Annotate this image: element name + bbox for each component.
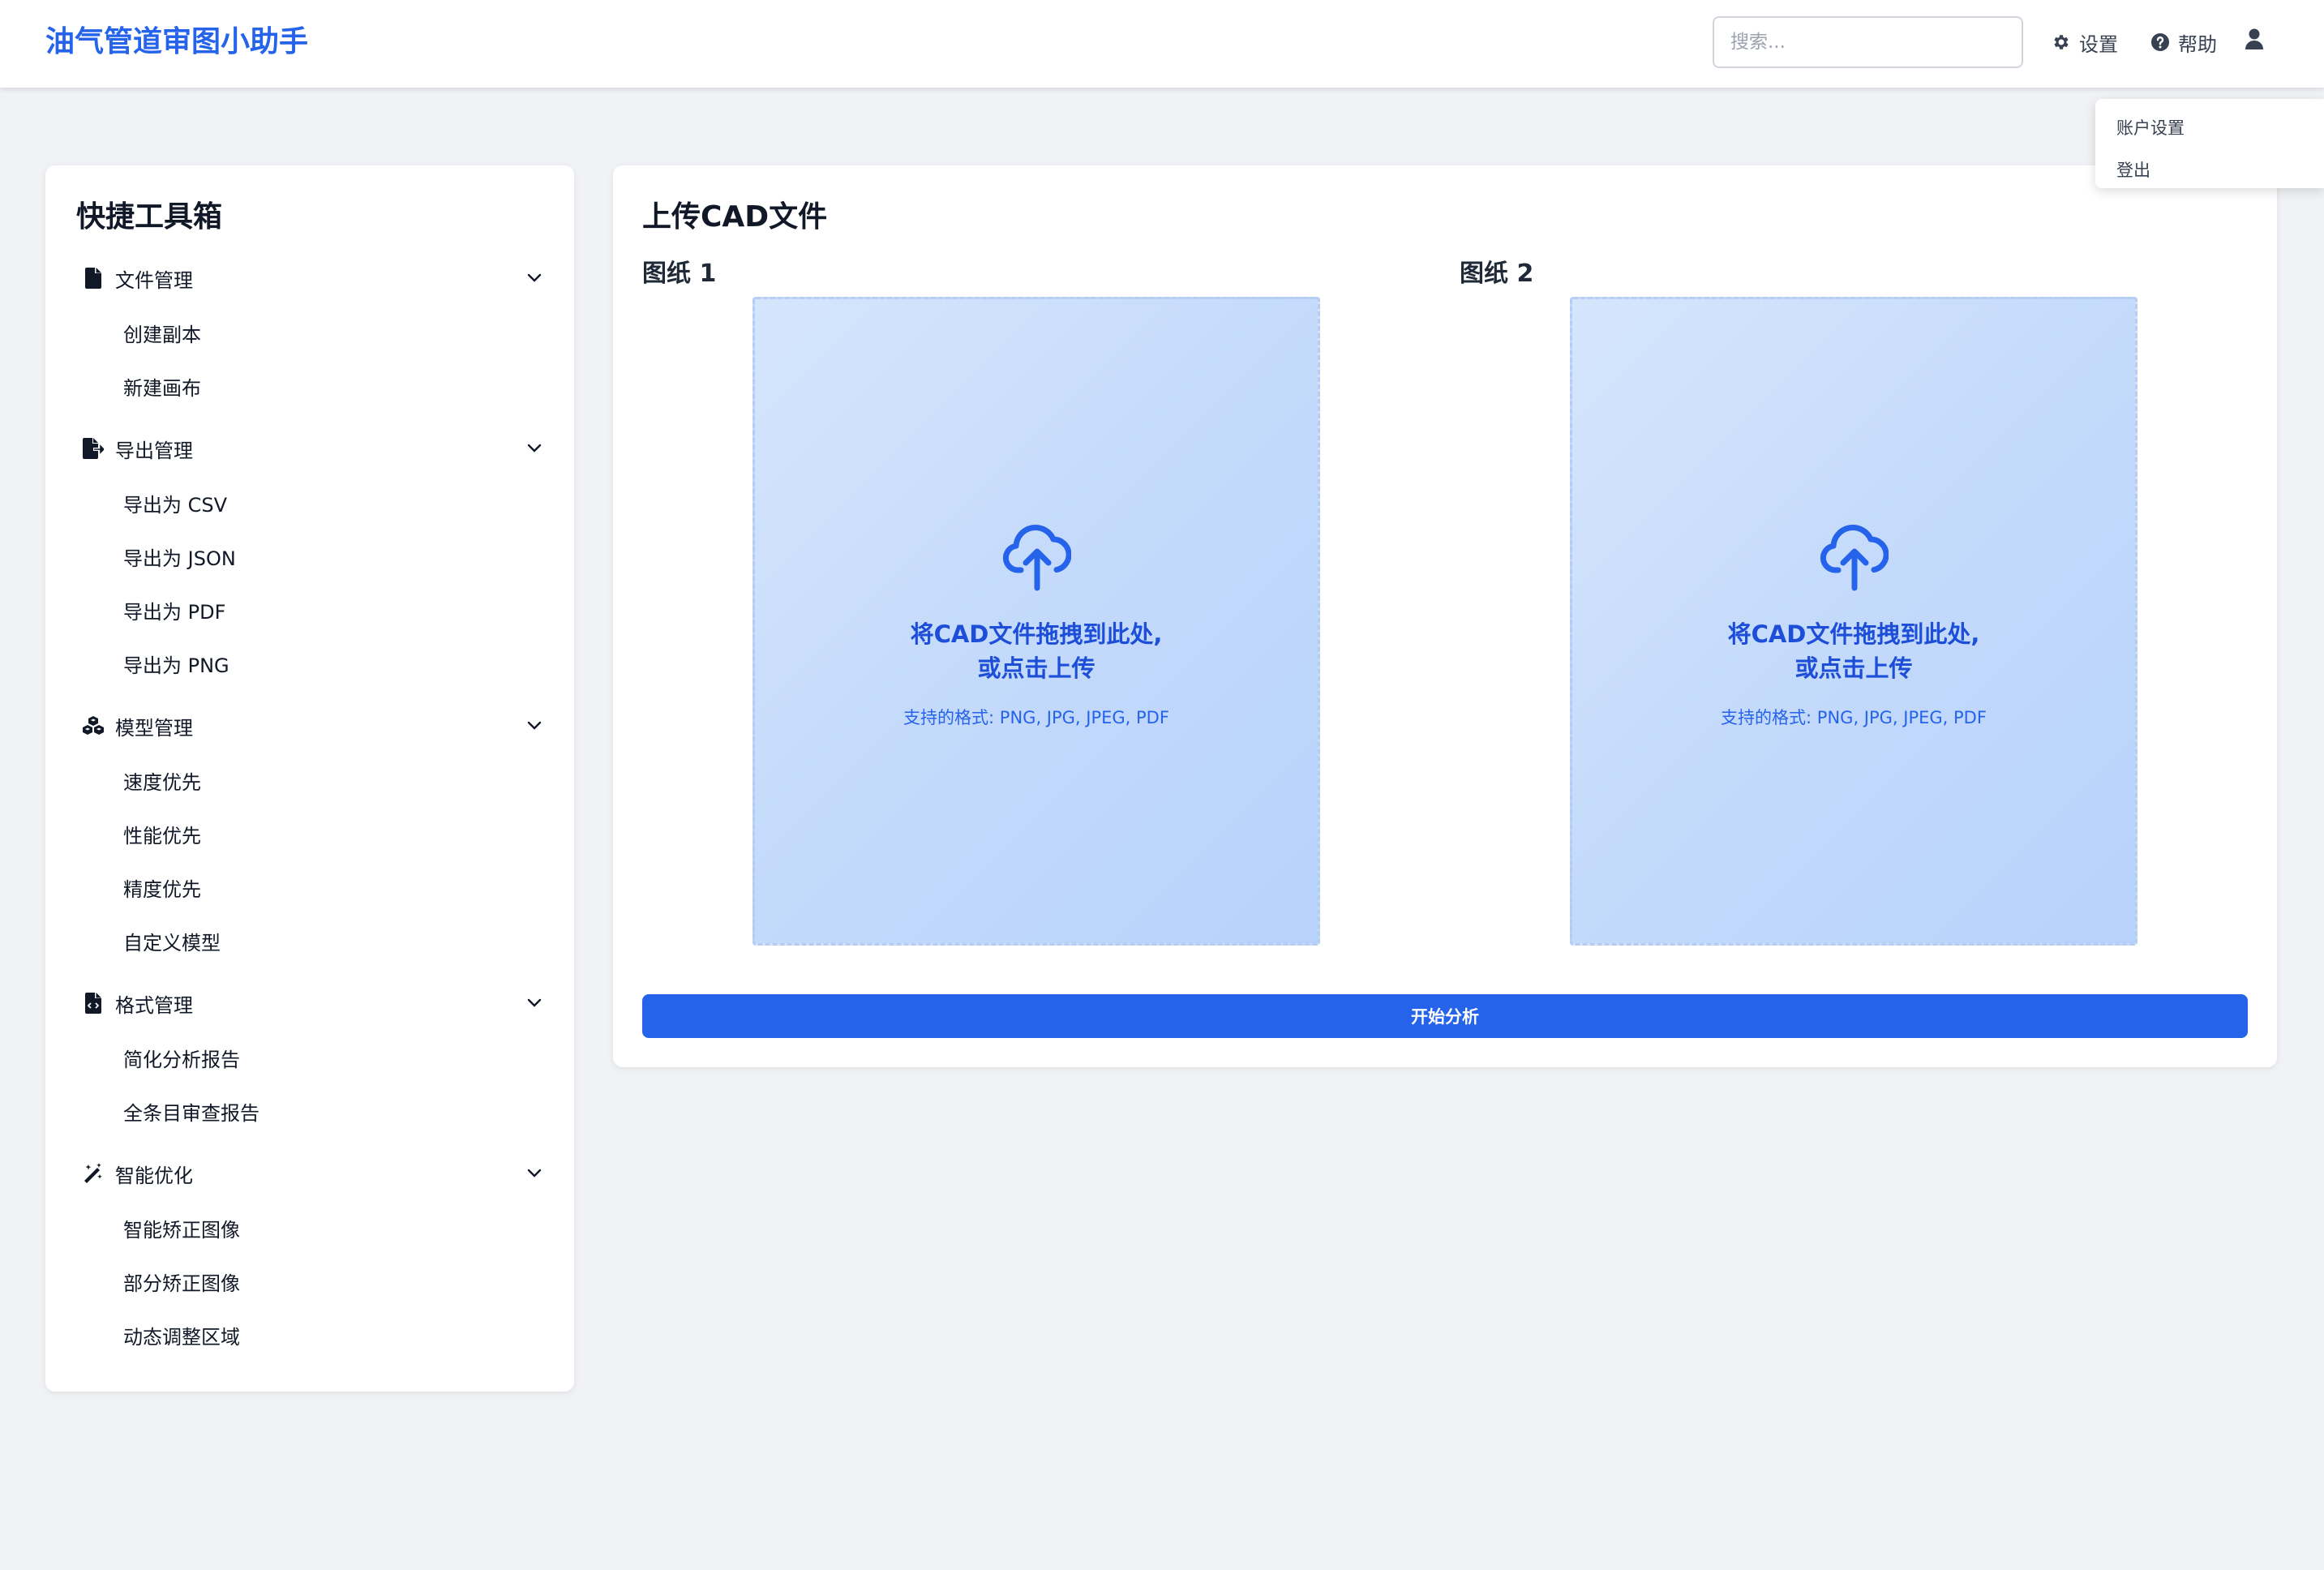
chevron-down-icon xyxy=(527,1169,542,1178)
file-export-icon xyxy=(83,438,104,459)
sidebar-item-create-copy[interactable]: 创建副本 xyxy=(123,315,545,355)
sidebar-group-label: 格式管理 xyxy=(115,993,193,1017)
sidebar-item-smart-correct[interactable]: 智能矫正图像 xyxy=(123,1210,545,1250)
app-title[interactable]: 油气管道审图小助手 xyxy=(45,21,308,63)
menu-item-logout[interactable]: 登出 xyxy=(2095,149,2324,191)
sidebar-item-new-canvas[interactable]: 新建画布 xyxy=(123,368,545,409)
gear-icon xyxy=(2054,35,2069,49)
help-label: 帮助 xyxy=(2178,32,2217,56)
upload-card: 上传CAD文件 图纸 1 将CAD文件拖拽到此处, 或点击上传 支持的格式: P… xyxy=(613,165,2277,1067)
magic-wand-icon xyxy=(83,1163,104,1184)
sidebar-title: 快捷工具箱 xyxy=(76,200,223,234)
settings-button[interactable]: 设置 xyxy=(2052,24,2118,60)
sidebar-item-speed-first[interactable]: 速度优先 xyxy=(123,762,545,803)
sidebar-item-dynamic-region[interactable]: 动态调整区域 xyxy=(123,1317,545,1358)
file-icon xyxy=(83,268,104,289)
sidebar-item-custom-model[interactable]: 自定义模型 xyxy=(123,923,545,963)
sidebar-group-export[interactable]: 导出管理 xyxy=(83,428,543,469)
page-title: 上传CAD文件 xyxy=(642,200,828,234)
chevron-down-icon xyxy=(527,444,542,453)
cloud-upload-icon xyxy=(1003,525,1071,591)
sidebar-item-export-json[interactable]: 导出为 JSON xyxy=(123,538,545,579)
sidebar-group-file[interactable]: 文件管理 xyxy=(83,258,543,298)
start-analysis-button[interactable]: 开始分析 xyxy=(642,994,2248,1038)
top-header: 油气管道审图小助手 设置 帮助 xyxy=(0,0,2324,88)
sidebar-item-export-pdf[interactable]: 导出为 PDF xyxy=(123,592,545,633)
sidebar-item-export-png[interactable]: 导出为 PNG xyxy=(123,646,545,686)
user-dropdown-menu: 账户设置 登出 xyxy=(2095,99,2324,188)
drawing-1-label: 图纸 1 xyxy=(642,260,717,288)
user-menu-button[interactable] xyxy=(2245,28,2269,57)
menu-item-account-settings[interactable]: 账户设置 xyxy=(2095,107,2324,149)
dropzone-instruction-line2: 或点击上传 xyxy=(1794,654,1913,682)
settings-label: 设置 xyxy=(2079,32,2118,56)
sidebar-group-format[interactable]: 格式管理 xyxy=(83,983,543,1023)
sidebar-item-accuracy-first[interactable]: 精度优先 xyxy=(123,869,545,910)
dropzone-drawing-2[interactable]: 将CAD文件拖拽到此处, 或点击上传 支持的格式: PNG, JPG, JPEG… xyxy=(1570,297,2137,946)
sidebar-toolbox: 快捷工具箱 文件管理 创建副本 新建画布 导出管理 导出为 CSV 导出为 JS… xyxy=(45,165,574,1392)
chevron-down-icon xyxy=(527,998,542,1007)
dropzone-instruction-line2: 或点击上传 xyxy=(977,654,1096,682)
user-icon xyxy=(2245,28,2263,49)
help-button[interactable]: 帮助 xyxy=(2150,24,2217,60)
sidebar-group-smart-optimize[interactable]: 智能优化 xyxy=(83,1153,543,1194)
sidebar-group-label: 文件管理 xyxy=(115,268,193,292)
drawing-2-label: 图纸 2 xyxy=(1460,260,1534,288)
sidebar-group-label: 模型管理 xyxy=(115,716,193,740)
supported-formats: 支持的格式: PNG, JPG, JPEG, PDF xyxy=(903,708,1169,727)
supported-formats: 支持的格式: PNG, JPG, JPEG, PDF xyxy=(1721,708,1987,727)
search-input[interactable] xyxy=(1713,16,2023,68)
question-circle-icon xyxy=(2151,33,2169,51)
chevron-down-icon xyxy=(527,721,542,730)
sidebar-item-partial-correct[interactable]: 部分矫正图像 xyxy=(123,1263,545,1304)
sidebar-item-simple-report[interactable]: 简化分析报告 xyxy=(123,1040,545,1080)
sidebar-item-full-report[interactable]: 全条目审查报告 xyxy=(123,1093,545,1134)
sidebar-group-model[interactable]: 模型管理 xyxy=(83,706,543,746)
file-code-icon xyxy=(83,993,104,1014)
sidebar-item-performance-first[interactable]: 性能优先 xyxy=(123,816,545,856)
chevron-down-icon xyxy=(527,273,542,282)
dropzone-drawing-1[interactable]: 将CAD文件拖拽到此处, 或点击上传 支持的格式: PNG, JPG, JPEG… xyxy=(753,297,1320,946)
dropzone-instruction: 将CAD文件拖拽到此处, xyxy=(1727,620,1980,648)
sidebar-item-export-csv[interactable]: 导出为 CSV xyxy=(123,485,545,525)
sidebar-group-label: 导出管理 xyxy=(115,439,193,462)
dropzone-instruction: 将CAD文件拖拽到此处, xyxy=(910,620,1163,648)
sidebar-group-label: 智能优化 xyxy=(115,1164,193,1187)
cloud-upload-icon xyxy=(1820,525,1889,591)
cubes-icon xyxy=(83,715,104,736)
